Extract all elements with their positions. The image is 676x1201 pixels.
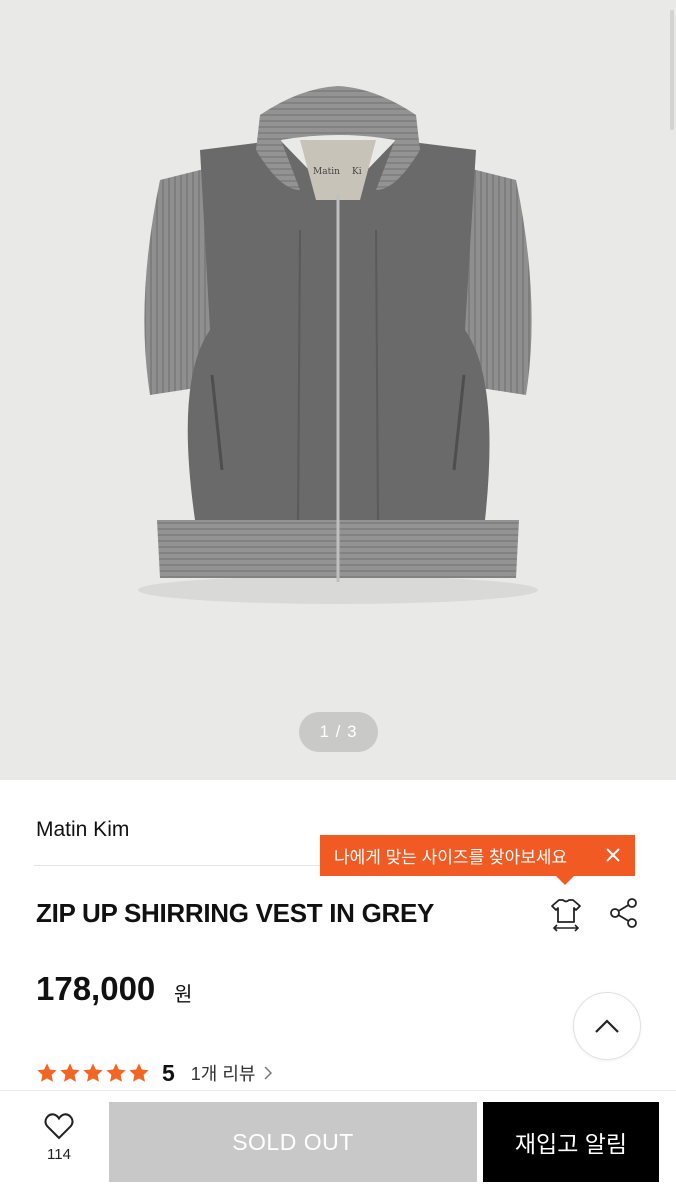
review-link[interactable]: 1개 리뷰 [191,1060,272,1086]
size-tooltip[interactable]: 나에게 맞는 사이즈를 찾아보세요 [320,835,635,885]
product-price: 178,000 [36,970,156,1007]
scroll-top-button[interactable] [573,992,641,1060]
like-count: 114 [47,1146,71,1163]
product-title: ZIP UP SHIRRING VEST IN GREY [36,898,435,928]
rating-stars [36,1062,150,1084]
vest-label-left: Matin [313,167,340,177]
tooltip-arrow [556,876,574,885]
product-image-gallery[interactable]: Matin Ki 1 / 3 [0,0,676,780]
vest-label-right: Ki [352,167,362,177]
star-icon [106,1063,126,1082]
heart-icon [44,1113,74,1140]
rating-row: 5 1개 리뷰 [36,1058,272,1088]
size-guide-icon[interactable] [546,894,586,934]
star-icon [60,1063,80,1082]
divider [34,865,334,866]
close-icon[interactable] [603,844,623,866]
restock-alert-button[interactable]: 재입고 알림 [483,1102,659,1182]
star-icon [37,1063,57,1082]
chevron-right-icon [263,1066,272,1080]
brand-name[interactable]: Matin Kim [36,818,129,842]
review-link-label: 1개 리뷰 [190,1064,256,1084]
star-icon [83,1063,103,1082]
size-tooltip-text: 나에게 맞는 사이즈를 찾아보세요 [334,848,568,867]
chevron-up-icon [595,1019,619,1033]
scrollbar-thumb[interactable] [670,10,674,130]
like-button[interactable]: 114 [28,1112,90,1182]
product-image: Matin Ki [138,86,538,604]
share-icon[interactable] [606,895,642,931]
image-pager: 1 / 3 [299,712,378,752]
sold-out-button[interactable]: SOLD OUT [109,1102,477,1182]
rating-score: 5 [162,1059,175,1086]
star-icon [129,1063,149,1082]
price-currency: 원 [174,984,193,1006]
